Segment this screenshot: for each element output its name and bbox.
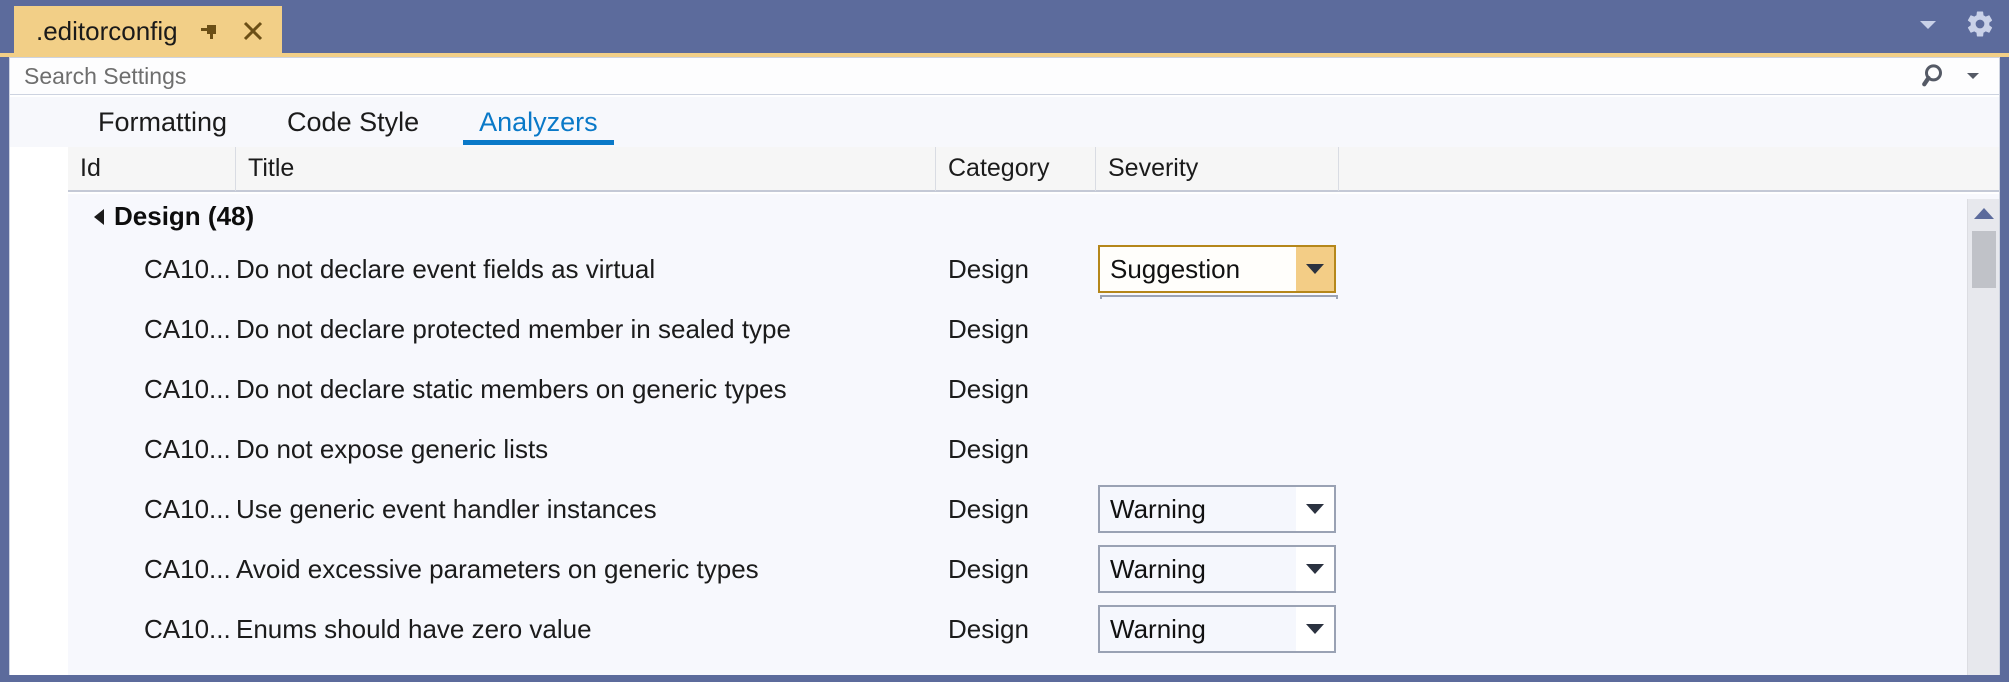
cell-category: Design xyxy=(948,493,1029,524)
table-row[interactable]: CA10... Do not declare protected member … xyxy=(68,299,1999,359)
scroll-up-arrow-icon[interactable] xyxy=(1968,199,1999,227)
tab-analyzers[interactable]: Analyzers xyxy=(449,109,628,145)
cell-severity xyxy=(1096,359,1339,419)
cell-category: Design xyxy=(948,253,1029,284)
cell-title: Do not declare protected member in seale… xyxy=(236,313,791,344)
severity-dropdown-list: Disabled Suggestion Warning Error xyxy=(1100,295,1338,299)
severity-combobox[interactable]: Warning xyxy=(1098,485,1336,533)
search-icon[interactable] xyxy=(1921,61,1951,91)
tab-formatting[interactable]: Formatting xyxy=(68,109,257,145)
settings-panel: Formatting Code Style Analyzers Id Title… xyxy=(9,95,2000,675)
column-header-severity[interactable]: Severity xyxy=(1096,147,1339,191)
cell-category: Design xyxy=(948,433,1029,464)
search-bar xyxy=(9,57,2000,95)
cell-title: Enums should have zero value xyxy=(236,613,592,644)
gear-icon[interactable] xyxy=(1965,9,1995,39)
severity-combobox-value: Warning xyxy=(1110,554,1206,584)
table-row[interactable]: CA10... Avoid excessive parameters on ge… xyxy=(68,539,1999,599)
cell-id: CA10... xyxy=(144,253,231,284)
column-header-filler xyxy=(1339,147,1999,191)
grid-header-row: Id Title Category Severity xyxy=(68,147,1999,192)
table-row[interactable]: CA10... Do not expose generic lists Desi… xyxy=(68,419,1999,479)
table-row[interactable]: CA10... Do not declare event fields as v… xyxy=(68,239,1999,299)
cell-title: Use generic event handler instances xyxy=(236,493,657,524)
column-header-category[interactable]: Category xyxy=(936,147,1096,191)
column-header-title-label: Title xyxy=(248,154,295,182)
cell-filler xyxy=(1339,359,1999,419)
grid-body: Design (48) CA10... Do not declare event… xyxy=(68,194,1999,675)
cell-id: CA10... xyxy=(144,433,231,464)
tab-code-style-label: Code Style xyxy=(287,107,420,137)
column-header-severity-label: Severity xyxy=(1108,154,1199,182)
cell-id: CA10... xyxy=(144,493,231,524)
cell-filler xyxy=(1339,479,1999,539)
document-tab-label: .editorconfig xyxy=(36,16,178,46)
analyzers-grid: Id Title Category Severity Design (48) C… xyxy=(68,147,1999,675)
cell-title: Do not declare static members on generic… xyxy=(236,373,787,404)
column-header-category-label: Category xyxy=(948,154,1050,182)
chevron-down-icon[interactable] xyxy=(1296,607,1334,651)
cell-category: Design xyxy=(948,313,1029,344)
table-row[interactable]: CA10... Do not declare static members on… xyxy=(68,359,1999,419)
severity-combobox[interactable]: Warning xyxy=(1098,545,1336,593)
search-input[interactable] xyxy=(10,58,1921,94)
chevron-down-icon[interactable] xyxy=(1296,547,1334,591)
search-options-chevron-down-icon[interactable] xyxy=(1963,66,1983,86)
column-header-title[interactable]: Title xyxy=(236,147,936,191)
cell-title: Avoid excessive parameters on generic ty… xyxy=(236,553,759,584)
severity-combobox-value: Suggestion xyxy=(1110,254,1241,284)
cell-title: Do not declare event fields as virtual xyxy=(236,253,656,284)
group-expand-caret-icon[interactable] xyxy=(94,209,104,225)
settings-tabstrip: Formatting Code Style Analyzers xyxy=(10,97,1999,145)
cell-severity: Suggestion Disabled Suggestion Warning E… xyxy=(1096,239,1339,299)
vertical-scrollbar[interactable] xyxy=(1967,199,1999,675)
column-header-id[interactable]: Id xyxy=(68,147,236,191)
column-header-id-label: Id xyxy=(80,154,101,182)
table-row[interactable]: CA10... Use generic event handler instan… xyxy=(68,479,1999,539)
cell-severity: Warning xyxy=(1096,599,1339,659)
cell-severity xyxy=(1096,419,1339,479)
chevron-down-icon[interactable] xyxy=(1296,487,1334,531)
titlebar-actions xyxy=(1913,0,1995,48)
cell-filler xyxy=(1339,239,1999,299)
close-icon[interactable] xyxy=(240,18,266,44)
severity-combobox-value: Warning xyxy=(1110,614,1206,644)
group-row-design[interactable]: Design (48) xyxy=(68,194,1999,239)
cell-severity: Warning xyxy=(1096,479,1339,539)
severity-combobox-open[interactable]: Suggestion Disabled Suggestion Warning E… xyxy=(1098,245,1338,299)
titlebar: .editorconfig xyxy=(0,0,2009,56)
cell-category: Design xyxy=(948,373,1029,404)
tab-analyzers-label: Analyzers xyxy=(479,107,598,137)
pin-icon[interactable] xyxy=(196,18,222,44)
group-row-label: Design (48) xyxy=(114,201,255,231)
cell-id: CA10... xyxy=(144,613,231,644)
chevron-down-icon[interactable] xyxy=(1296,247,1334,291)
cell-id: CA10... xyxy=(144,553,231,584)
tab-formatting-label: Formatting xyxy=(98,107,228,137)
search-actions xyxy=(1921,61,1999,91)
table-row[interactable]: CA10... Enums should have zero value Des… xyxy=(68,599,1999,659)
cell-category: Design xyxy=(948,613,1029,644)
cell-filler xyxy=(1339,599,1999,659)
cell-filler xyxy=(1339,299,1999,359)
chevron-down-icon[interactable] xyxy=(1913,9,1943,39)
editorconfig-settings-window: .editorconfig Search Settings Formatting… xyxy=(0,0,2009,682)
cell-category: Design xyxy=(948,553,1029,584)
tab-code-style[interactable]: Code Style xyxy=(257,109,449,145)
severity-combobox-value: Warning xyxy=(1110,494,1206,524)
cell-severity xyxy=(1096,299,1339,359)
cell-filler xyxy=(1339,539,1999,599)
cell-filler xyxy=(1339,419,1999,479)
scrollbar-thumb[interactable] xyxy=(1972,231,1996,288)
panel-bottom-edge xyxy=(9,675,2000,682)
cell-id: CA10... xyxy=(144,313,231,344)
cell-severity: Warning xyxy=(1096,539,1339,599)
document-tab-editorconfig[interactable]: .editorconfig xyxy=(14,6,282,56)
severity-combobox[interactable]: Warning xyxy=(1098,605,1336,653)
cell-title: Do not expose generic lists xyxy=(236,433,549,464)
cell-id: CA10... xyxy=(144,373,231,404)
